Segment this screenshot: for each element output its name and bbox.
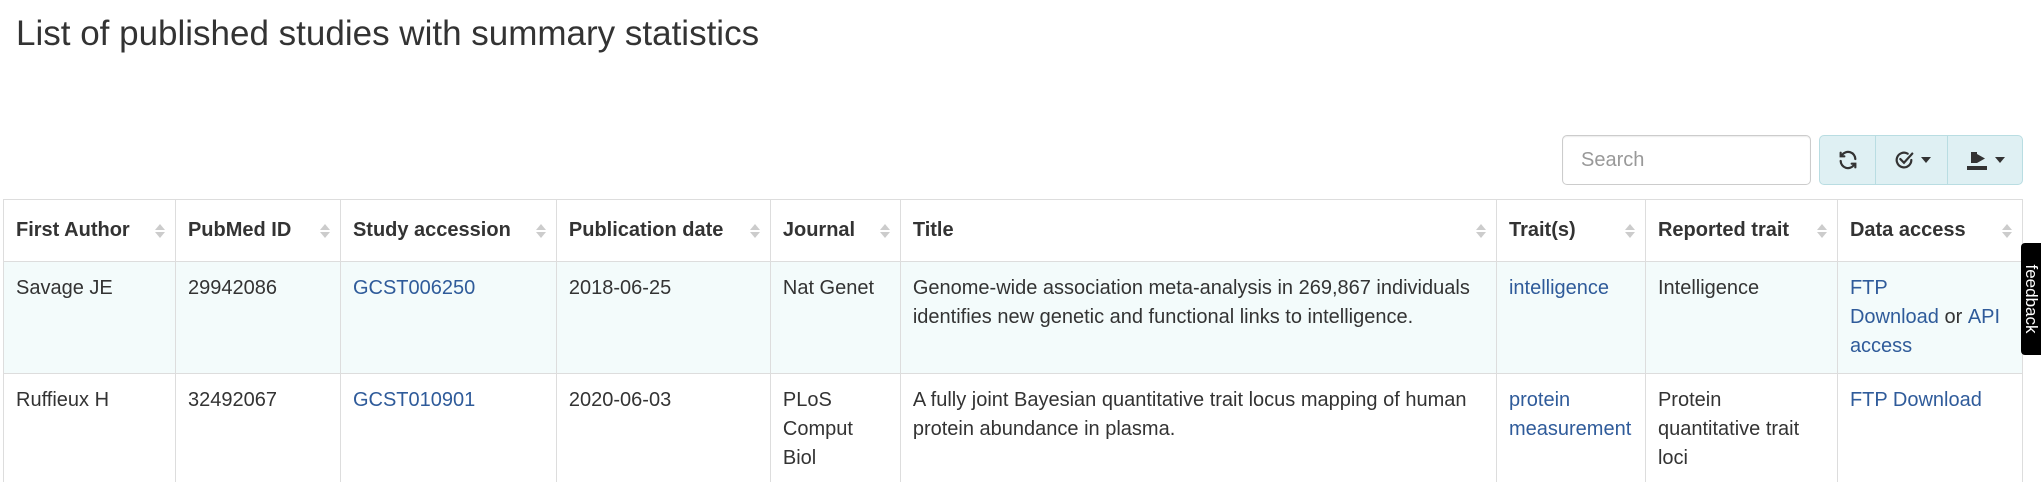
data-access-separator: or [1944, 306, 1963, 328]
table-row: Ruffieux H 32492067 GCST010901 2020-06-0… [3, 373, 2024, 482]
feedback-label: feedback [2022, 264, 2041, 334]
column-header-title[interactable]: Title [899, 199, 1497, 262]
cell-traits: protein measurement [1495, 373, 1646, 482]
sort-icon [1475, 223, 1486, 238]
cell-data-access: FTP Download or API access [1836, 261, 2024, 374]
cell-reported-trait: Intelligence [1644, 261, 1838, 374]
column-header-first-author[interactable]: First Author [3, 199, 176, 262]
table-row: Savage JE 29942086 GCST006250 2018-06-25… [3, 261, 2024, 374]
ftp-download-link[interactable]: FTP Download [1850, 389, 1982, 411]
check-circle-icon [1895, 151, 1913, 169]
sort-icon [749, 223, 760, 238]
sort-icon [535, 223, 546, 238]
cell-first-author: Ruffieux H [3, 373, 176, 482]
cell-study-accession: GCST006250 [339, 261, 557, 374]
cell-pubmed-id: 29942086 [174, 261, 341, 374]
column-header-publication-date[interactable]: Publication date [555, 199, 771, 262]
cell-title: A fully joint Bayesian quantitative trai… [899, 373, 1497, 482]
cell-journal: Nat Genet [769, 261, 901, 374]
sort-icon [319, 223, 330, 238]
study-accession-link[interactable]: GCST010901 [353, 389, 475, 411]
toolbar-button-group [1819, 135, 2023, 185]
export-icon [1967, 152, 1987, 170]
sort-icon [154, 223, 165, 238]
refresh-icon [1839, 150, 1856, 170]
cell-study-accession: GCST010901 [339, 373, 557, 482]
table-header-row: First Author PubMed ID Study accession P… [3, 199, 2024, 262]
column-header-traits[interactable]: Trait(s) [1495, 199, 1646, 262]
study-accession-link[interactable]: GCST006250 [353, 277, 475, 299]
column-header-reported-trait[interactable]: Reported trait [1644, 199, 1838, 262]
refresh-button[interactable] [1819, 135, 1876, 185]
search-input[interactable] [1562, 135, 1811, 185]
cell-first-author: Savage JE [3, 261, 176, 374]
page: List of published studies with summary s… [0, 0, 2041, 482]
cell-pubmed-id: 32492067 [174, 373, 341, 482]
cell-reported-trait: Protein quantitative trait loci [1644, 373, 1838, 482]
trait-link[interactable]: intelligence [1509, 277, 1609, 299]
export-button[interactable] [1948, 135, 2023, 185]
column-header-study-accession[interactable]: Study accession [339, 199, 557, 262]
columns-toggle-button[interactable] [1876, 135, 1948, 185]
sort-icon [1816, 223, 1827, 238]
feedback-tab[interactable]: feedback [2021, 243, 2041, 355]
sort-icon [2002, 223, 2012, 238]
ftp-download-link[interactable]: FTP Download [1850, 277, 1939, 328]
column-header-data-access[interactable]: Data access [1836, 199, 2024, 262]
studies-table: First Author PubMed ID Study accession P… [3, 199, 2024, 482]
cell-publication-date: 2020-06-03 [555, 373, 771, 482]
cell-publication-date: 2018-06-25 [555, 261, 771, 374]
sort-icon [879, 223, 890, 238]
cell-traits: intelligence [1495, 261, 1646, 374]
chevron-down-icon [1920, 157, 1931, 163]
trait-link[interactable]: protein measurement [1509, 389, 1631, 440]
cell-journal: PLoS Comput Biol [769, 373, 901, 482]
column-header-pubmed-id[interactable]: PubMed ID [174, 199, 341, 262]
sort-icon [1624, 223, 1635, 238]
chevron-down-icon [1995, 157, 2005, 163]
cell-title: Genome-wide association meta-analysis in… [899, 261, 1497, 374]
cell-data-access: FTP Download [1836, 373, 2024, 482]
table-toolbar [1562, 135, 2023, 185]
page-title: List of published studies with summary s… [16, 14, 760, 53]
column-header-journal[interactable]: Journal [769, 199, 901, 262]
